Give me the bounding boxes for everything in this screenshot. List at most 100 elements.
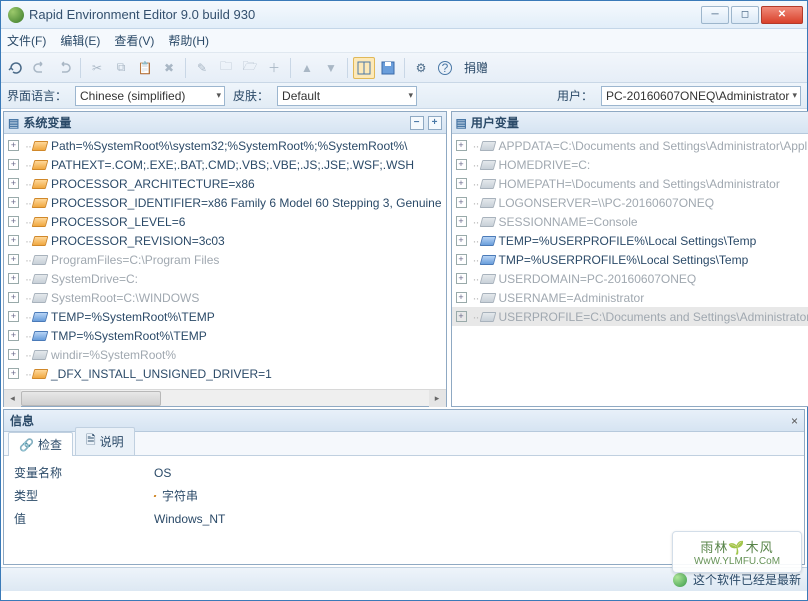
tag-icon (32, 141, 49, 151)
menu-help[interactable]: 帮助(H) (168, 32, 209, 49)
expand-toggle-icon[interactable]: + (456, 197, 467, 208)
folder-icon[interactable]: 🗀 (215, 57, 237, 79)
skin-label: 皮肤： (233, 87, 269, 104)
info-close-icon[interactable]: × (791, 414, 798, 428)
expand-toggle-icon[interactable]: + (456, 178, 467, 189)
settings-icon[interactable]: ⚙ (410, 57, 432, 79)
var-text: PROCESSOR_ARCHITECTURE=x86 (51, 177, 255, 191)
tree-row[interactable]: +··APPDATA=C:\Documents and Settings\Adm… (452, 136, 808, 155)
expand-toggle-icon[interactable]: + (8, 311, 19, 322)
menu-view[interactable]: 查看(V) (114, 32, 154, 49)
expand-toggle-icon[interactable]: + (8, 197, 19, 208)
expand-toggle-icon[interactable]: + (8, 349, 19, 360)
tree-row[interactable]: +··_DFX_INSTALL_UNSIGNED_DRIVER=1 (4, 364, 446, 383)
tree-row[interactable]: +··TEMP=%USERPROFILE%\Local Settings\Tem… (452, 231, 808, 250)
collapse-icon[interactable]: − (410, 116, 424, 130)
info-type-key: 类型 (14, 487, 154, 504)
expand-toggle-icon[interactable]: + (456, 216, 467, 227)
lang-select[interactable]: Chinese (simplified) (75, 86, 225, 106)
donate-label[interactable]: 捐赠 (464, 59, 488, 76)
tree-row[interactable]: +··PROCESSOR_REVISION=3c03 (4, 231, 446, 250)
save-icon[interactable] (377, 57, 399, 79)
tree-row[interactable]: +··LOGONSERVER=\\PC-20160607ONEQ (452, 193, 808, 212)
view-toggle-icon[interactable] (353, 57, 375, 79)
tree-row[interactable]: +··SystemDrive=C: (4, 269, 446, 288)
expand-toggle-icon[interactable]: + (8, 140, 19, 151)
menu-edit[interactable]: 编辑(E) (60, 32, 100, 49)
tree-row[interactable]: +··TMP=%SystemRoot%\TEMP (4, 326, 446, 345)
list-icon: ▤ (8, 116, 19, 130)
tree-row[interactable]: +··ProgramFiles=C:\Program Files (4, 250, 446, 269)
tag-icon (32, 331, 49, 341)
cut-icon[interactable]: ✂ (86, 57, 108, 79)
tree-row[interactable]: +··TMP=%USERPROFILE%\Local Settings\Temp (452, 250, 808, 269)
expand-toggle-icon[interactable]: + (8, 368, 19, 379)
help-icon[interactable]: ? (434, 57, 456, 79)
expand-toggle-icon[interactable]: + (456, 235, 467, 246)
delete-icon[interactable]: ✖ (158, 57, 180, 79)
tag-icon (479, 236, 496, 246)
refresh-icon[interactable] (5, 57, 27, 79)
close-button[interactable]: ✕ (761, 6, 803, 24)
expand-toggle-icon[interactable]: + (8, 235, 19, 246)
var-text: APPDATA=C:\Documents and Settings\Admini… (499, 139, 808, 153)
expand-toggle-icon[interactable]: + (456, 140, 467, 151)
tree-row[interactable]: +··Path=%SystemRoot%\system32;%SystemRoo… (4, 136, 446, 155)
expand-toggle-icon[interactable]: + (8, 292, 19, 303)
tree-row[interactable]: +··USERNAME=Administrator (452, 288, 808, 307)
expand-toggle-icon[interactable]: + (456, 159, 467, 170)
tree-row[interactable]: +··SESSIONNAME=Console (452, 212, 808, 231)
folder-open-icon[interactable]: 🗁 (239, 57, 261, 79)
info-value-key: 值 (14, 510, 154, 527)
expand-toggle-icon[interactable]: + (456, 254, 467, 265)
undo-icon[interactable] (29, 57, 51, 79)
tag-icon (32, 160, 49, 170)
expand-toggle-icon[interactable]: + (8, 216, 19, 227)
edit-icon[interactable]: ✎ (191, 57, 213, 79)
system-tree[interactable]: +··Path=%SystemRoot%\system32;%SystemRoo… (4, 134, 446, 389)
user-select[interactable]: PC-20160607ONEQ\Administrator (601, 86, 801, 106)
down-icon[interactable]: ▼ (320, 57, 342, 79)
tree-row[interactable]: +··USERDOMAIN=PC-20160607ONEQ (452, 269, 808, 288)
tree-row[interactable]: +··HOMEDRIVE=C: (452, 155, 808, 174)
minimize-button[interactable]: ─ (701, 6, 729, 24)
copy-icon[interactable]: ⧉ (110, 57, 132, 79)
expand-toggle-icon[interactable]: + (8, 159, 19, 170)
tree-row[interactable]: +··PROCESSOR_IDENTIFIER=x86 Family 6 Mod… (4, 193, 446, 212)
tree-row[interactable]: +··HOMEPATH=\Documents and Settings\Admi… (452, 174, 808, 193)
info-type-val: 字符串 (154, 487, 198, 504)
redo-icon[interactable] (53, 57, 75, 79)
tab-check[interactable]: 🔗检查 (8, 432, 73, 456)
tree-row[interactable]: +··windir=%SystemRoot% (4, 345, 446, 364)
paste-icon[interactable]: 📋 (134, 57, 156, 79)
maximize-button[interactable]: ◻ (731, 6, 759, 24)
expand-toggle-icon[interactable]: + (456, 273, 467, 284)
tag-icon (32, 274, 49, 284)
user-tree[interactable]: +··APPDATA=C:\Documents and Settings\Adm… (452, 134, 808, 406)
user-panel-title: 用户变量 (471, 114, 519, 131)
tab-desc[interactable]: 🗎说明 (75, 427, 135, 455)
tag-icon (479, 160, 496, 170)
skin-select[interactable]: Default (277, 86, 417, 106)
h-scrollbar[interactable]: ◂▸ (4, 389, 446, 406)
user-label: 用户： (557, 87, 593, 104)
tree-row[interactable]: +··PROCESSOR_ARCHITECTURE=x86 (4, 174, 446, 193)
tree-row[interactable]: +··PROCESSOR_LEVEL=6 (4, 212, 446, 231)
tree-row[interactable]: +··SystemRoot=C:\WINDOWS (4, 288, 446, 307)
expand-icon[interactable]: + (428, 116, 442, 130)
expand-toggle-icon[interactable]: + (8, 178, 19, 189)
tree-row[interactable]: +··USERPROFILE=C:\Documents and Settings… (452, 307, 808, 326)
tree-row[interactable]: +··PATHEXT=.COM;.EXE;.BAT;.CMD;.VBS;.VBE… (4, 155, 446, 174)
tag-icon (479, 255, 496, 265)
expand-toggle-icon[interactable]: + (8, 330, 19, 341)
expand-toggle-icon[interactable]: + (456, 292, 467, 303)
title-bar: Rapid Environment Editor 9.0 build 930 ─… (1, 1, 807, 29)
add-var-icon[interactable]: ＋ (263, 57, 285, 79)
menu-file[interactable]: 文件(F) (7, 32, 46, 49)
expand-toggle-icon[interactable]: + (456, 311, 467, 322)
var-text: _DFX_INSTALL_UNSIGNED_DRIVER=1 (51, 367, 272, 381)
up-icon[interactable]: ▲ (296, 57, 318, 79)
expand-toggle-icon[interactable]: + (8, 273, 19, 284)
tree-row[interactable]: +··TEMP=%SystemRoot%\TEMP (4, 307, 446, 326)
expand-toggle-icon[interactable]: + (8, 254, 19, 265)
